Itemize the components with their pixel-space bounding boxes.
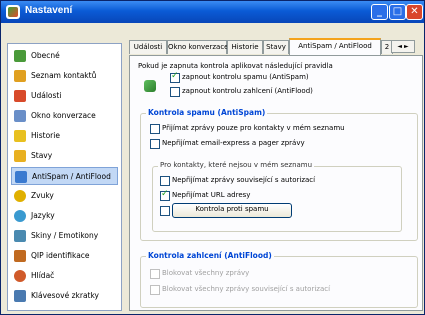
sidebar-item-languages[interactable]: Jazyky bbox=[11, 207, 118, 225]
block-all-label: Blokovat všechny zprávy bbox=[162, 269, 250, 277]
events-icon bbox=[14, 90, 26, 102]
no-urls-label: Nepřijímat URL adresy bbox=[172, 191, 251, 199]
watcher-icon bbox=[14, 270, 26, 282]
spam-control-title: Kontrola spamu (AntiSpam) bbox=[146, 108, 268, 117]
tab-conversation[interactable]: Okno konverzace bbox=[167, 40, 228, 54]
tab-status[interactable]: Stavy bbox=[263, 40, 289, 54]
tab-history[interactable]: Historie bbox=[227, 40, 263, 54]
sidebar-item-label: Stavy bbox=[31, 151, 53, 160]
history-icon bbox=[14, 130, 26, 142]
antispam-shield-icon bbox=[144, 80, 156, 92]
enable-antispam-label: zapnout kontrolu spamu (AntiSpam) bbox=[182, 73, 309, 81]
sidebar-item-events[interactable]: Události bbox=[11, 87, 118, 105]
sidebar-item-antispam[interactable]: AntiSpam / AntiFlood bbox=[11, 167, 118, 185]
window-title: Nastavení bbox=[25, 5, 73, 16]
sidebar-item-label: Okno konverzace bbox=[31, 111, 96, 120]
sidebar-item-qip-id[interactable]: QIP identifikace bbox=[11, 247, 118, 265]
sidebar-item-label: Seznam kontaktů bbox=[31, 71, 97, 80]
non-contacts-title: Pro kontakty, které nejsou v mém seznamu bbox=[158, 161, 315, 169]
antispam-icon bbox=[15, 171, 27, 183]
spam-check-button[interactable]: Kontrola proti spamu bbox=[172, 203, 292, 218]
sound-icon bbox=[14, 190, 26, 202]
only-contacts-label: Přijímat zprávy pouze pro kontakty v mém… bbox=[162, 124, 345, 132]
enable-antiflood-checkbox[interactable] bbox=[170, 87, 180, 97]
languages-icon bbox=[14, 210, 26, 222]
sidebar-item-general[interactable]: Obecné bbox=[11, 47, 118, 65]
title-bar[interactable]: Nastavení _ □ ✕ bbox=[1, 1, 424, 23]
sidebar-item-watcher[interactable]: Hlídač bbox=[11, 267, 118, 285]
status-icon bbox=[14, 150, 26, 162]
app-icon bbox=[6, 5, 20, 19]
sidebar-item-skins[interactable]: Skiny / Emotikony bbox=[11, 227, 118, 245]
sidebar-item-keyboard[interactable]: Klávesové zkratky bbox=[11, 287, 118, 305]
antispam-panel: Pokud je zapnuta kontrola aplikovat násl… bbox=[129, 55, 423, 311]
sidebar-item-label: QIP identifikace bbox=[31, 251, 90, 260]
sidebar-item-history[interactable]: Historie bbox=[11, 127, 118, 145]
sidebar-item-label: Jazyky bbox=[31, 211, 55, 220]
spam-check-enable-checkbox[interactable] bbox=[160, 206, 170, 216]
no-auth-messages-label: Nepřijímat zprávy související s autoriza… bbox=[172, 176, 316, 184]
keyboard-icon bbox=[14, 290, 26, 302]
block-all-checkbox[interactable] bbox=[150, 269, 160, 279]
sidebar-item-label: Historie bbox=[31, 131, 60, 140]
sidebar-item-contacts[interactable]: Seznam kontaktů bbox=[11, 67, 118, 85]
tab-strip: Události Okno konverzace Historie Stavy … bbox=[129, 38, 424, 55]
sidebar-item-status[interactable]: Stavy bbox=[11, 147, 118, 165]
flood-control-title: Kontrola zahlcení (AntiFlood) bbox=[146, 251, 274, 260]
tab-events[interactable]: Události bbox=[129, 40, 167, 54]
block-auth-checkbox[interactable] bbox=[150, 285, 160, 295]
intro-text: Pokud je zapnuta kontrola aplikovat násl… bbox=[138, 62, 333, 70]
skins-icon bbox=[14, 230, 26, 242]
enable-antiflood-label: zapnout kontrolu zahlcení (AntiFlood) bbox=[182, 87, 313, 95]
sidebar-item-label: Klávesové zkratky bbox=[31, 291, 99, 300]
no-urls-checkbox[interactable] bbox=[160, 189, 170, 201]
minimize-button[interactable]: _ bbox=[371, 4, 388, 20]
block-auth-label: Blokovat všechny zprávy související s au… bbox=[162, 285, 331, 293]
no-auth-messages-checkbox[interactable] bbox=[160, 176, 170, 186]
no-email-express-checkbox[interactable] bbox=[150, 139, 160, 149]
flood-control-group bbox=[140, 256, 418, 308]
contacts-icon bbox=[14, 70, 26, 82]
qip-id-icon bbox=[14, 250, 26, 262]
sidebar-item-conversation[interactable]: Okno konverzace bbox=[11, 107, 118, 125]
tab-antispam[interactable]: AntiSpam / AntiFlood bbox=[289, 38, 381, 55]
settings-window: Nastavení _ □ ✕ Obecné Seznam kontaktů U… bbox=[0, 0, 425, 315]
conversation-icon bbox=[14, 110, 26, 122]
close-button[interactable]: ✕ bbox=[406, 4, 423, 20]
sidebar-item-label: AntiSpam / AntiFlood bbox=[32, 172, 111, 181]
settings-sidebar: Obecné Seznam kontaktů Události Okno kon… bbox=[7, 43, 122, 311]
tab-scroll-arrows[interactable]: ◄ ► bbox=[391, 40, 415, 53]
enable-antispam-checkbox[interactable] bbox=[170, 71, 180, 83]
only-contacts-checkbox[interactable] bbox=[150, 124, 160, 134]
no-email-express-label: Nepřijímat email-express a pager zprávy bbox=[162, 139, 305, 147]
sidebar-item-label: Zvuky bbox=[31, 191, 54, 200]
sidebar-item-label: Skiny / Emotikony bbox=[31, 231, 99, 240]
sidebar-item-sounds[interactable]: Zvuky bbox=[11, 187, 118, 205]
sidebar-item-label: Hlídač bbox=[31, 271, 55, 280]
maximize-button[interactable]: □ bbox=[389, 4, 406, 20]
sidebar-item-label: Události bbox=[31, 91, 62, 100]
general-icon bbox=[14, 50, 26, 62]
sidebar-item-label: Obecné bbox=[31, 51, 60, 60]
